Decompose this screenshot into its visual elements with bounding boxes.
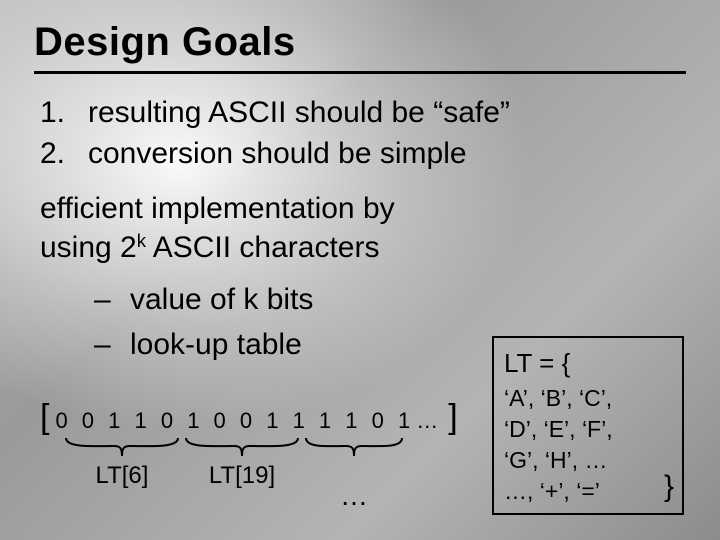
goal-item: 1. resulting ASCII should be “safe”	[40, 92, 686, 133]
impl-line-2-post: ASCII characters	[146, 231, 379, 264]
impl-line-1: efficient implementation by	[40, 192, 395, 225]
underbrace-icon	[304, 436, 404, 458]
implementation-note: efficient implementation by using 2k ASC…	[40, 189, 686, 267]
goal-number: 1.	[40, 92, 88, 133]
sub-text: look-up table	[130, 322, 302, 367]
sub-text: value of k bits	[130, 277, 313, 322]
brace-group-1: LT[6]	[64, 436, 180, 512]
brace-label: …	[304, 480, 404, 512]
lt-row: ‘D’, ‘E’, ‘F’,	[504, 414, 672, 445]
lookup-table-box: LT = { ‘A’, ‘B’, ‘C’, ‘D’, ‘E’, ‘F’, ‘G’…	[492, 336, 684, 515]
brace-label: LT[19]	[184, 462, 300, 490]
brace-group-2: LT[19]	[184, 436, 300, 512]
slide-title: Design Goals	[34, 20, 686, 74]
lt-row: ‘G’, ‘H’, …	[504, 445, 672, 476]
bits-ellipsis: …	[416, 408, 442, 434]
sub-item: – value of k bits	[94, 277, 686, 322]
lt-header: LT = {	[504, 346, 672, 381]
dash-icon: –	[94, 277, 130, 322]
bracket-open: [	[40, 398, 49, 437]
bracket-close: ]	[448, 398, 457, 437]
impl-line-2-pre: using 2	[40, 231, 137, 264]
bit-digits: 0 0 1 1 0 1 0 0 1 1 1 1 0 1	[55, 402, 414, 436]
underbrace-icon	[184, 436, 300, 458]
goal-item: 2. conversion should be simple	[40, 133, 686, 174]
impl-superscript-k: k	[137, 230, 146, 251]
lt-row: …, ‘+’, ‘=’	[504, 476, 672, 507]
goal-text: resulting ASCII should be “safe”	[88, 92, 510, 133]
lt-close-brace: }	[664, 467, 674, 508]
brace-label: LT[6]	[64, 462, 180, 490]
brace-group-3: …	[304, 436, 404, 512]
lt-row: ‘A’, ‘B’, ‘C’,	[504, 383, 672, 414]
goals-list: 1. resulting ASCII should be “safe” 2. c…	[40, 92, 686, 175]
dash-icon: –	[94, 322, 130, 367]
goal-text: conversion should be simple	[88, 133, 467, 174]
goal-number: 2.	[40, 133, 88, 174]
underbrace-icon	[64, 436, 180, 458]
